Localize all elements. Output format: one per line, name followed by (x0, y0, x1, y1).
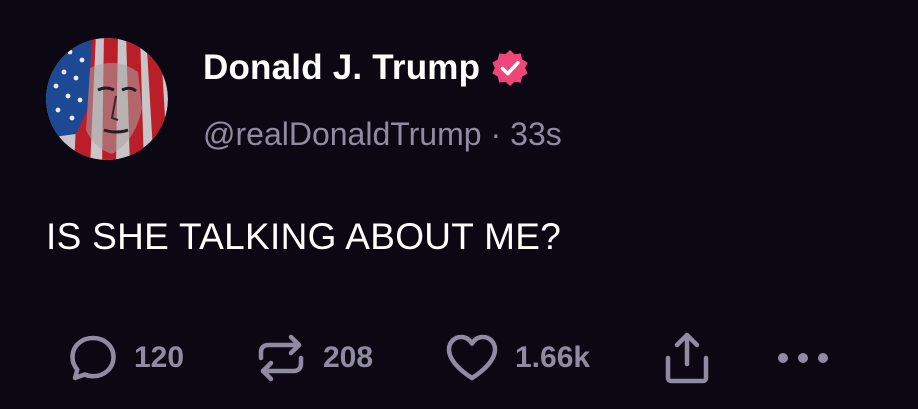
share-button[interactable] (660, 330, 714, 386)
like-button[interactable]: 1.66k (443, 330, 590, 386)
share-icon (665, 332, 709, 384)
author-name-row: Donald J. Trump (203, 43, 530, 93)
more-icon (778, 353, 828, 363)
reply-button[interactable]: 120 (66, 330, 184, 386)
post-body-text: IS SHE TALKING ABOUT ME? (46, 216, 562, 257)
author-avatar[interactable] (46, 38, 168, 160)
reply-count: 120 (134, 341, 185, 374)
post-meta: @realDonaldTrump · 33s (203, 111, 562, 157)
more-options-button[interactable] (775, 330, 831, 386)
flag-portrait-avatar-icon (46, 38, 168, 160)
meta-separator: · (490, 115, 502, 152)
author-display-name[interactable]: Donald J. Trump (203, 48, 480, 88)
repost-icon (258, 334, 304, 382)
post-card: Donald J. Trump @realDonaldTrump · 33s I… (0, 0, 918, 409)
reply-icon (70, 335, 116, 381)
author-handle[interactable]: @realDonaldTrump (203, 116, 482, 153)
heart-icon (446, 334, 498, 381)
repost-button[interactable]: 208 (253, 330, 373, 386)
like-count: 1.66k (515, 341, 591, 374)
repost-count: 208 (323, 341, 374, 374)
verified-badge-icon (490, 48, 530, 88)
post-actions-bar: 120 208 1.66k (0, 330, 918, 386)
post-timestamp[interactable]: 33s (510, 116, 562, 153)
